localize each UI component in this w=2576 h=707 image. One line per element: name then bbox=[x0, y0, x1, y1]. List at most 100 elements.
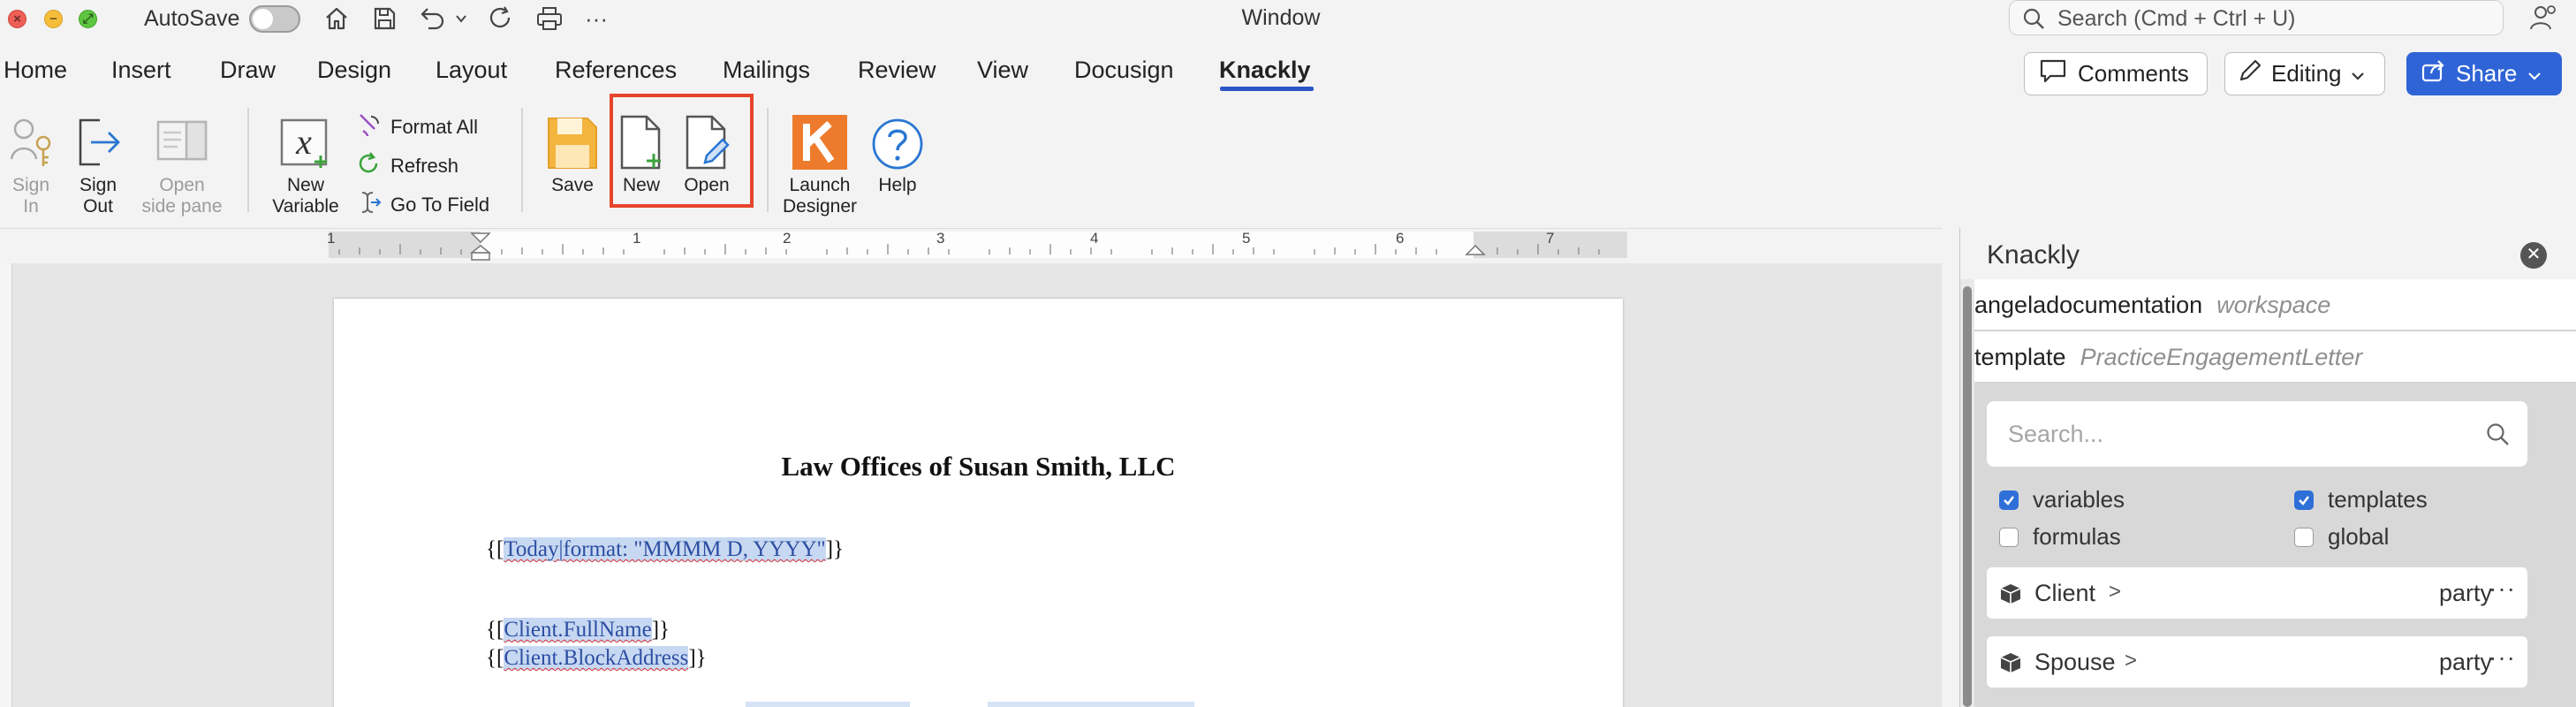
sign-out-button[interactable]: Sign Out bbox=[69, 110, 127, 217]
client-address-line[interactable]: {[]}Client.BlockAddress]} bbox=[486, 646, 707, 671]
svg-text:x: x bbox=[295, 122, 312, 162]
zoom-window-button[interactable]: ⤢ bbox=[79, 10, 97, 28]
filter-templates-checkbox[interactable]: templates bbox=[2294, 486, 2428, 513]
more-icon[interactable]: ··· bbox=[580, 3, 613, 34]
field-close-delimiter: ]} bbox=[688, 646, 707, 670]
pencil-icon bbox=[2238, 58, 2262, 89]
comments-button[interactable]: Comments bbox=[2024, 52, 2208, 95]
list-item-spouse[interactable]: Spouse > party ··· bbox=[1987, 636, 2527, 688]
tab-home[interactable]: Home bbox=[4, 57, 67, 84]
search-box[interactable]: Search (Cmd + Ctrl + U) bbox=[2009, 0, 2504, 35]
tab-docusign[interactable]: Docusign bbox=[1074, 57, 1174, 84]
new-variable-label-2: Variable bbox=[272, 196, 339, 217]
item-name: Spouse bbox=[2034, 649, 2116, 675]
cube-icon bbox=[1999, 651, 2022, 679]
tab-knackly[interactable]: Knackly bbox=[1219, 57, 1315, 84]
variable-icon: x bbox=[261, 110, 350, 171]
document-heading: Law Offices of Susan Smith, LLC bbox=[781, 451, 1176, 482]
filter-formulas-checkbox[interactable]: formulas bbox=[1999, 523, 2121, 551]
close-icon[interactable]: ✕ bbox=[2520, 242, 2547, 269]
ribbon-tabs: Home Insert Draw Design Layout Reference… bbox=[0, 51, 1325, 95]
ruler-number: 6 bbox=[1396, 230, 1405, 247]
save-icon[interactable] bbox=[367, 3, 401, 34]
tab-view[interactable]: View bbox=[977, 57, 1028, 84]
save-template-button[interactable]: Save bbox=[541, 110, 604, 196]
search-icon bbox=[2485, 422, 2510, 451]
ruler-number: 1 bbox=[327, 230, 336, 247]
date-field[interactable]: Today|format: "MMMM D, YYYY" bbox=[504, 537, 826, 561]
scrollbar-thumb[interactable] bbox=[1963, 286, 1972, 707]
sign-in-button[interactable]: Sign In bbox=[2, 110, 60, 217]
active-tab-indicator bbox=[1220, 87, 1314, 91]
client-blockaddress-text[interactable]: Client.BlockAddress bbox=[504, 646, 689, 670]
vertical-ruler[interactable] bbox=[0, 263, 12, 707]
document-page[interactable]: Law Offices of Susan Smith, LLC {[Today|… bbox=[334, 299, 1623, 707]
list-item-client[interactable]: Client > party ··· bbox=[1987, 567, 2527, 619]
autosave-label: AutoSave bbox=[144, 6, 240, 31]
chevron-right-icon[interactable]: > bbox=[2109, 580, 2121, 604]
account-icon[interactable] bbox=[2527, 3, 2558, 39]
editing-mode-button[interactable]: Editing bbox=[2224, 52, 2385, 95]
close-window-button[interactable]: × bbox=[8, 10, 27, 28]
share-button[interactable]: Share bbox=[2406, 52, 2562, 95]
filter-label: global bbox=[2328, 523, 2390, 550]
field-fragment bbox=[988, 702, 1194, 707]
undo-dropdown-icon[interactable] bbox=[452, 3, 470, 34]
pane-scrollbar[interactable] bbox=[1960, 279, 1974, 707]
autosave-toggle[interactable] bbox=[249, 5, 300, 33]
new-variable-button[interactable]: x New Variable bbox=[261, 110, 350, 217]
date-line[interactable]: {[Today|format: "MMMM D, YYYY"]} bbox=[486, 537, 844, 562]
key-icon bbox=[2, 110, 60, 171]
format-all-button[interactable]: Format All bbox=[355, 111, 478, 143]
print-icon[interactable] bbox=[532, 3, 567, 34]
refresh-label: Refresh bbox=[390, 155, 459, 177]
field-close-delimiter: ]} bbox=[651, 618, 671, 642]
home-icon[interactable] bbox=[320, 3, 353, 34]
checkbox-checked-icon bbox=[2294, 490, 2314, 510]
chevron-right-icon[interactable]: > bbox=[2125, 649, 2137, 673]
client-name-line[interactable]: {[Client.FullName]} bbox=[486, 618, 670, 642]
tab-review[interactable]: Review bbox=[858, 57, 936, 84]
go-to-field-button[interactable]: Go To Field bbox=[355, 189, 489, 221]
filter-variables-checkbox[interactable]: variables bbox=[1999, 486, 2125, 513]
indent-marker-icon[interactable] bbox=[470, 232, 491, 262]
sign-in-label-2: In bbox=[23, 196, 39, 217]
undo-icon[interactable] bbox=[415, 3, 449, 34]
search-icon bbox=[2022, 7, 2045, 34]
checkbox-checked-icon bbox=[1999, 490, 2019, 510]
sign-in-label-1: Sign bbox=[11, 175, 50, 195]
chevron-down-icon bbox=[2527, 60, 2542, 87]
knackly-logo-icon bbox=[777, 110, 862, 171]
tab-draw[interactable]: Draw bbox=[220, 57, 276, 84]
help-icon bbox=[866, 110, 929, 171]
tab-insert[interactable]: Insert bbox=[111, 57, 171, 84]
horizontal-ruler[interactable] bbox=[329, 232, 1627, 261]
tab-references[interactable]: References bbox=[555, 57, 677, 84]
ribbon-separator bbox=[521, 108, 523, 212]
pane-search-input[interactable]: Search... bbox=[1987, 401, 2527, 467]
sign-out-label-2: Out bbox=[83, 196, 113, 217]
launch-designer-button[interactable]: Launch Designer bbox=[777, 110, 862, 217]
client-fullname-field[interactable]: Client.FullName bbox=[504, 618, 652, 642]
ribbon-separator bbox=[767, 108, 769, 212]
pane-title: Knackly bbox=[1987, 240, 2080, 270]
right-indent-marker-icon[interactable] bbox=[1465, 232, 1486, 258]
open-side-pane-button[interactable]: Open side pane bbox=[134, 110, 230, 217]
launch-designer-label-1: Launch bbox=[789, 175, 851, 195]
search-placeholder: Search (Cmd + Ctrl + U) bbox=[2057, 6, 2296, 31]
filter-label: formulas bbox=[2033, 523, 2121, 550]
share-icon bbox=[2421, 58, 2445, 89]
more-options-icon[interactable]: ··· bbox=[2489, 643, 2516, 672]
more-options-icon[interactable]: ··· bbox=[2489, 574, 2516, 603]
chevron-down-icon bbox=[2351, 60, 2365, 87]
help-button[interactable]: Help bbox=[866, 110, 929, 196]
save-label: Save bbox=[551, 175, 594, 195]
ruler-number: 3 bbox=[936, 230, 945, 247]
minimize-window-button[interactable]: − bbox=[44, 10, 63, 28]
filter-global-checkbox[interactable]: global bbox=[2294, 523, 2389, 551]
tab-layout[interactable]: Layout bbox=[436, 57, 507, 84]
tab-mailings[interactable]: Mailings bbox=[723, 57, 810, 84]
tab-design[interactable]: Design bbox=[317, 57, 391, 84]
redo-icon[interactable] bbox=[484, 3, 518, 34]
refresh-button[interactable]: Refresh bbox=[355, 150, 458, 182]
